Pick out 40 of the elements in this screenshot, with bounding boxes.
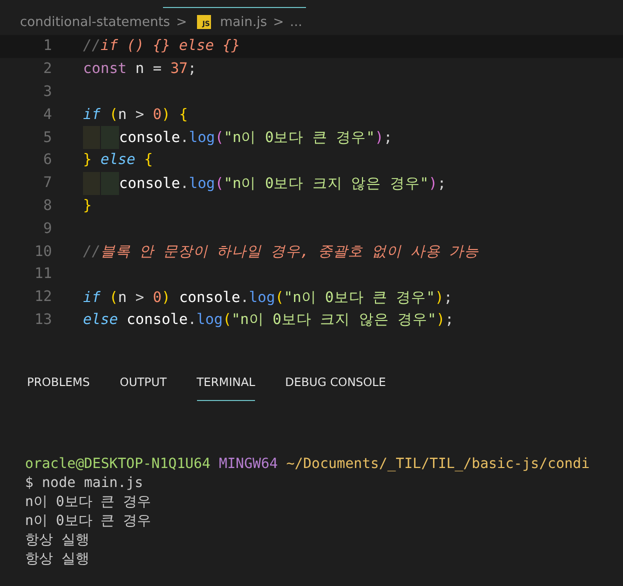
panel-tab[interactable]: OUTPUT bbox=[120, 363, 167, 401]
panel-tab[interactable]: PROBLEMS bbox=[27, 363, 90, 401]
code-line: } else { bbox=[83, 152, 153, 168]
code-line: console.log("n이 0보다 큰 경우"); bbox=[119, 129, 392, 148]
breadcrumb-folder[interactable]: conditional-statements bbox=[20, 14, 170, 30]
line-number: 2 bbox=[42, 61, 52, 78]
terminal-output-line: n이 0보다 큰 경우 bbox=[25, 512, 152, 531]
terminal-output-line: 항상 실행 bbox=[25, 531, 90, 550]
line-number: 1 bbox=[42, 38, 52, 54]
code-line: if (n > 0) console.log("n이 0보다 큰 경우"); bbox=[83, 288, 452, 307]
terminal-system: MINGW64 bbox=[218, 455, 278, 474]
line-number: 13 bbox=[34, 312, 52, 328]
terminal-user-host: oracle@DESKTOP-N1Q1U64 bbox=[25, 455, 210, 474]
code-line: const n = 37; bbox=[83, 61, 197, 78]
line-number: 7 bbox=[42, 175, 52, 192]
chevron-separator: > bbox=[272, 14, 284, 30]
line-number: 10 bbox=[34, 244, 52, 260]
line-number: 5 bbox=[42, 130, 52, 146]
line-number: 8 bbox=[42, 198, 52, 214]
breadcrumb-file[interactable]: main.js bbox=[220, 14, 267, 30]
code-line: console.log("n이 0보다 크지 않은 경우"); bbox=[119, 174, 446, 193]
code-line: //블록 안 문장이 하나일 경우, 중괄호 없이 사용 가능 bbox=[83, 243, 480, 262]
line-number: 12 bbox=[34, 289, 52, 306]
line-number: 6 bbox=[42, 152, 52, 168]
line-number: 11 bbox=[34, 266, 52, 282]
breadcrumb-more[interactable]: ... bbox=[290, 14, 302, 30]
code-line: //if () {} else {} bbox=[83, 38, 240, 54]
panel-tab[interactable]: TERMINAL bbox=[196, 363, 256, 401]
line-number: 4 bbox=[42, 106, 52, 123]
chevron-separator: > bbox=[176, 14, 187, 30]
line-number: 3 bbox=[42, 84, 52, 100]
terminal-output-line: 항상 실행 bbox=[25, 550, 90, 569]
code-line: } bbox=[83, 198, 92, 214]
terminal-output-line: n이 0보다 큰 경우 bbox=[25, 493, 152, 512]
code-line: else console.log("n이 0보다 크지 않은 경우"); bbox=[83, 311, 454, 330]
code-line: if (n > 0) { bbox=[83, 106, 188, 123]
line-number: 9 bbox=[42, 220, 52, 237]
panel-tab[interactable]: DEBUG CONSOLE bbox=[285, 363, 386, 401]
terminal-output-line: $ node main.js bbox=[25, 474, 144, 493]
terminal-path: ~/Documents/_TIL/TIL_/basic-js/condi bbox=[286, 455, 590, 474]
